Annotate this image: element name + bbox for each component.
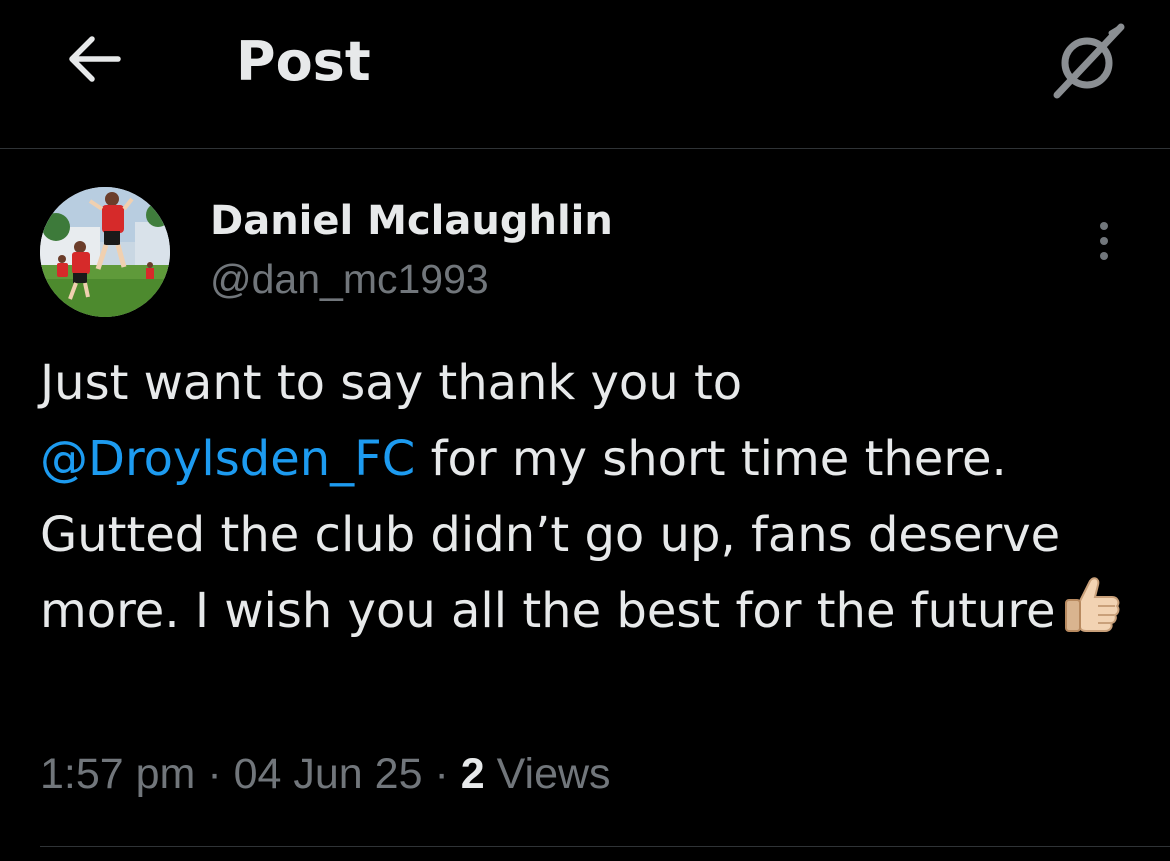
avatar[interactable] [40, 187, 170, 317]
arrow-left-icon [69, 36, 121, 82]
author-handle[interactable]: @dan_mc1993 [210, 253, 489, 305]
grok-button[interactable] [1048, 22, 1130, 100]
page-title: Post [236, 30, 371, 93]
mention-link[interactable]: @Droylsden_FC [40, 431, 415, 487]
post-text-rest: Gutted the club didn’t go up, fans deser… [40, 507, 1061, 639]
views-label[interactable]: Views [497, 750, 611, 798]
more-vertical-icon-dot [1100, 237, 1108, 245]
top-app-bar: Post [0, 0, 1170, 149]
back-button[interactable] [58, 28, 128, 90]
post-body: Just want to say thank you to @Droylsden_… [40, 345, 1130, 649]
avatar-photo [40, 187, 170, 317]
meta-separator: · [207, 750, 222, 798]
post-time: 1:57 pm [40, 750, 196, 798]
divider [40, 846, 1170, 847]
meta-separator-2: · [434, 750, 449, 798]
author-name[interactable]: Daniel Mclaughlin [210, 195, 613, 247]
post-text-after-mention: for my short time there. [415, 431, 1007, 487]
more-vertical-icon [1100, 222, 1108, 230]
views-count[interactable]: 2 [461, 750, 485, 798]
thumbs-up-emoji [1064, 577, 1120, 632]
grok-icon [1053, 23, 1125, 99]
post-meta: 1:57 pm · 04 Jun 25 · 2 Views [40, 745, 611, 803]
more-vertical-icon-dot [1100, 252, 1108, 260]
more-options-button[interactable] [1084, 213, 1124, 269]
post-date: 04 Jun 25 [233, 750, 423, 798]
post-text-line1: Just want to say thank you to [40, 355, 743, 411]
